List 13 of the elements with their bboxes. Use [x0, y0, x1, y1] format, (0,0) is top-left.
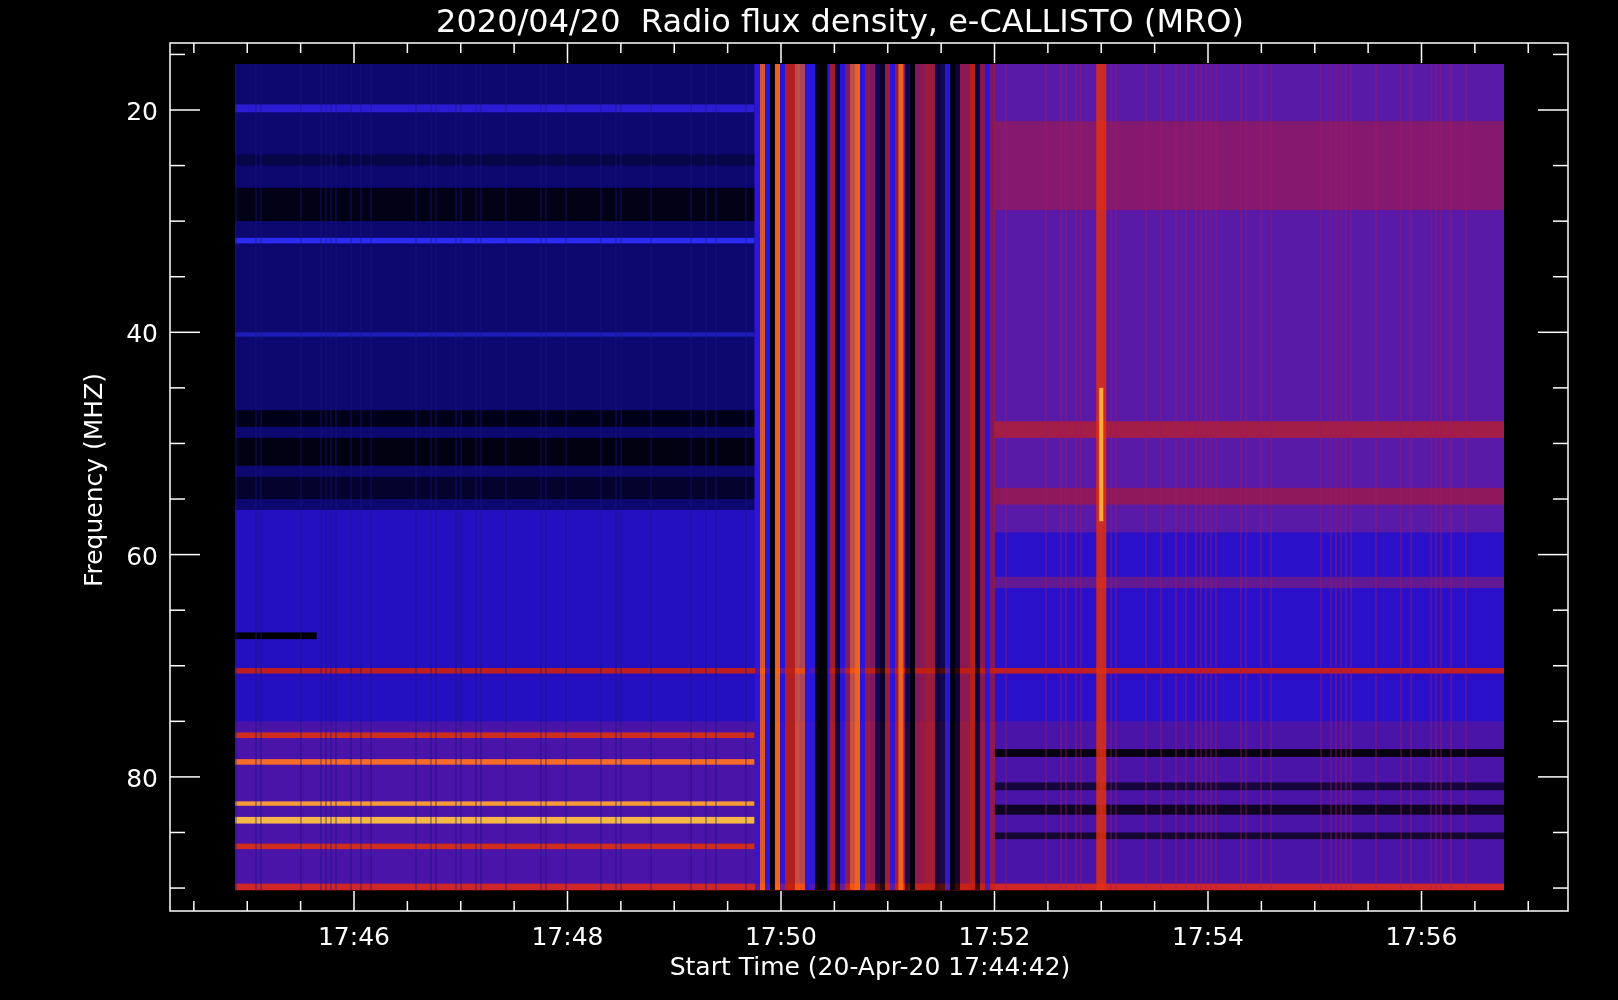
x-tick-label: 17:54 — [1172, 922, 1244, 951]
y-tick-label: 60 — [126, 541, 158, 571]
x-tick-label: 17:46 — [318, 922, 390, 951]
x-tick-label: 17:56 — [1385, 922, 1458, 951]
x-axis-label: Start Time (20-Apr-20 17:44:42) — [669, 952, 1071, 981]
chart-title: 2020/04/20 Radio flux density, e-CALLISTO (MRO) — [436, 2, 1244, 40]
y-tick-label: 80 — [126, 763, 158, 793]
x-tick-label: 17:48 — [531, 922, 604, 951]
y-axis-label: Frequency (MHZ) — [79, 372, 108, 588]
x-tick-label: 17:52 — [958, 922, 1031, 951]
y-tick-label: 20 — [126, 97, 158, 126]
x-tick-label: 17:50 — [745, 922, 817, 951]
y-tick-label: 40 — [126, 319, 158, 349]
